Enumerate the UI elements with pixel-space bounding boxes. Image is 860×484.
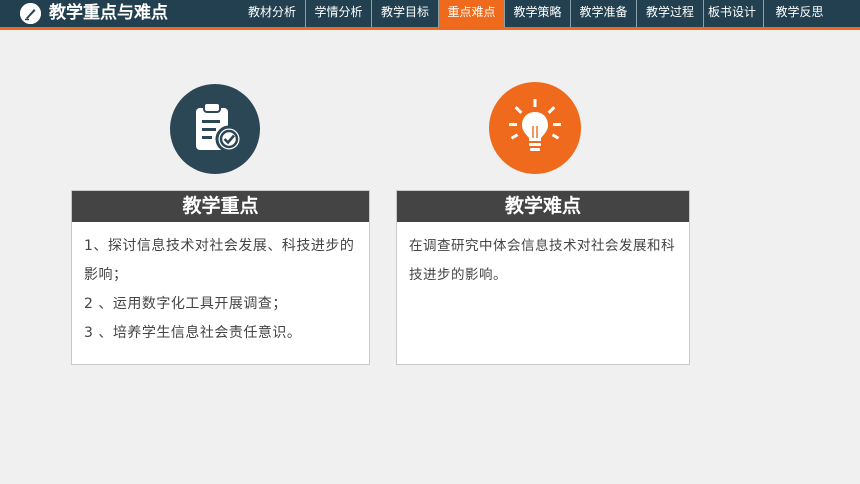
nav-item-teaching-preparation[interactable]: 教学准备 — [570, 0, 636, 27]
top-nav: 教材分析 学情分析 教学目标 重点难点 教学策略 教学准备 教学过程 板书设计 … — [239, 0, 835, 27]
header-bar: 教学重点与难点 教材分析 学情分析 教学目标 重点难点 教学策略 教学准备 教学… — [0, 0, 860, 27]
nav-item-board-design[interactable]: 板书设计 — [703, 0, 763, 27]
key-points-card: 教学重点 1、探讨信息技术对社会发展、科技进步的影响； 2 、运用数字化工具开展… — [71, 190, 370, 365]
key-point-item: 2 、运用数字化工具开展调查； — [84, 296, 287, 312]
clipboard-check-icon — [170, 84, 260, 174]
nav-item-teaching-process[interactable]: 教学过程 — [636, 0, 703, 27]
lightbulb-icon — [489, 82, 581, 174]
nav-item-teaching-goals[interactable]: 教学目标 — [371, 0, 438, 27]
difficult-points-body: 在调查研究中体会信息技术对社会发展和科技进步的影响。 — [397, 222, 689, 290]
pen-logo-icon — [20, 3, 41, 24]
difficult-points-card: 教学难点 在调查研究中体会信息技术对社会发展和科技进步的影响。 — [396, 190, 690, 365]
difficult-point-item: 在调查研究中体会信息技术对社会发展和科技进步的影响。 — [409, 238, 675, 283]
nav-item-teaching-strategy[interactable]: 教学策略 — [504, 0, 570, 27]
key-points-body: 1、探讨信息技术对社会发展、科技进步的影响； 2 、运用数字化工具开展调查； 3… — [72, 222, 369, 348]
header-accent-line — [0, 27, 860, 30]
nav-item-textbook-analysis[interactable]: 教材分析 — [239, 0, 305, 27]
page-title: 教学重点与难点 — [49, 3, 168, 23]
nav-item-student-analysis[interactable]: 学情分析 — [305, 0, 371, 27]
difficult-points-title: 教学难点 — [397, 191, 689, 222]
key-point-item: 1、探讨信息技术对社会发展、科技进步的影响； — [84, 238, 355, 283]
key-points-title: 教学重点 — [72, 191, 369, 222]
nav-item-key-difficult-points[interactable]: 重点难点 — [438, 0, 504, 27]
key-point-item: 3 、培养学生信息社会责任意识。 — [84, 325, 302, 341]
nav-item-teaching-reflection[interactable]: 教学反思 — [763, 0, 835, 27]
